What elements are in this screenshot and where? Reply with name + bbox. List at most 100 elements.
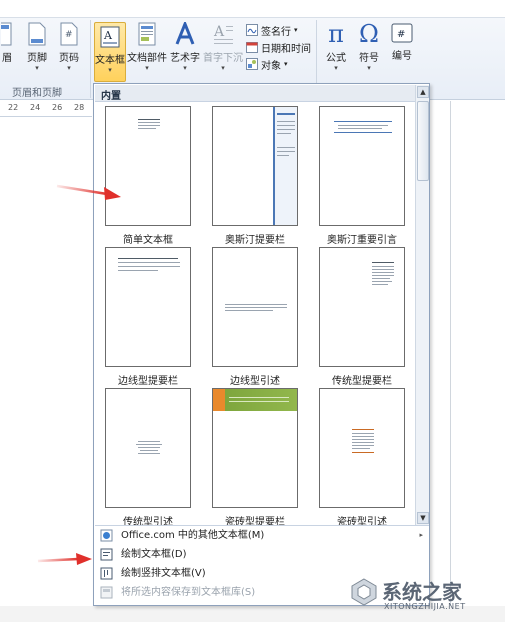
draw-text-box-label: 绘制文本框(D) [121, 549, 187, 560]
tile-traditional-quote[interactable]: 传统型引述 [100, 388, 196, 528]
tile-caption: 边线型提要栏 [118, 376, 178, 387]
text-box-gallery: 内置 ▲ ▼ 简单文本框 奥斯汀提要栏 奥斯汀重要引言 边线型提要栏 边线型引述… [93, 83, 430, 606]
equation-button[interactable]: π 公式 ▾ [320, 22, 352, 82]
tile-tile-quote[interactable]: 瓷砖型引述 [314, 388, 410, 528]
date-time-label: 日期和时间 [261, 43, 311, 55]
draw-text-box-menu-item[interactable]: 绘制文本框(D) [95, 545, 429, 564]
draw-vertical-text-box-icon [100, 567, 113, 580]
object-dropdown-icon: ▾ [284, 60, 288, 68]
page-number-button[interactable]: # 页码 ▾ [54, 22, 84, 82]
footer-button[interactable]: 页脚 ▾ [22, 22, 52, 82]
tile-caption: 传统型提要栏 [332, 376, 392, 387]
text-box-dropdown-icon: ▾ [108, 66, 112, 74]
equation-button-label: 公式 [326, 53, 346, 64]
wordart-button[interactable]: 艺术字 ▾ [168, 22, 202, 82]
tile-caption: 奥斯汀重要引言 [327, 235, 397, 246]
quick-parts-icon [138, 22, 156, 46]
ruler-tick: 24 [30, 103, 41, 112]
dropcap-icon: A [213, 24, 233, 44]
office-online-icon [100, 529, 113, 542]
pi-icon: π [328, 20, 344, 48]
tile-caption: 奥斯汀提要栏 [225, 235, 285, 246]
watermark-url: XITONGZHIJIA.NET [384, 602, 466, 611]
tile-preview [105, 106, 191, 226]
object-icon [246, 58, 258, 70]
object-label: 对象 [261, 60, 281, 72]
quick-parts-button[interactable]: 文档部件 ▾ [127, 22, 167, 82]
tile-preview [105, 388, 191, 508]
numbering-button-label: 编号 [392, 51, 412, 62]
signature-line-button[interactable]: 签名行 ▾ [246, 22, 298, 38]
draw-vertical-text-box-label: 绘制竖排文本框(V) [121, 568, 206, 579]
scroll-up-icon[interactable]: ▲ [417, 86, 429, 98]
wordart-icon [175, 22, 195, 45]
symbol-button-label: 符号 [359, 53, 379, 64]
tile-preview [319, 388, 405, 508]
signature-line-label: 签名行 [261, 26, 291, 38]
signature-line-icon [246, 24, 258, 36]
ruler-tick: 28 [74, 103, 85, 112]
tile-border-quote[interactable]: 边线型引述 [207, 247, 303, 387]
signature-line-dropdown-icon: ▾ [294, 26, 298, 34]
dropcap-button[interactable]: A 首字下沉 ▾ [203, 22, 243, 82]
draw-text-box-icon [100, 548, 113, 561]
equation-dropdown-icon: ▾ [334, 64, 338, 72]
tile-austin-quote[interactable]: 奥斯汀重要引言 [314, 106, 410, 246]
scroll-down-icon[interactable]: ▼ [417, 512, 429, 524]
scrollbar-thumb[interactable] [417, 101, 429, 181]
footer-button-label: 页脚 [27, 53, 47, 64]
calendar-icon [246, 42, 258, 53]
tile-tile-sidebar[interactable]: 瓷砖型提要栏 [207, 388, 303, 528]
tile-border-sidebar[interactable]: 边线型提要栏 [100, 247, 196, 387]
watermark-brand: 系统之家 [382, 580, 462, 604]
tile-austin-sidebar[interactable]: 奥斯汀提要栏 [207, 106, 303, 246]
numbering-button[interactable]: # 编号 [386, 22, 418, 82]
object-button[interactable]: 对象 ▾ [246, 56, 288, 72]
page-number-button-label: 页码 [59, 53, 79, 64]
dropcap-dropdown-icon: ▾ [221, 64, 225, 72]
page-edge-line [450, 101, 451, 622]
header-footer-group-label: 页眉和页脚 [12, 88, 62, 99]
tile-preview [212, 388, 298, 508]
watermark: 系统之家 XITONGZHIJIA.NET [350, 572, 500, 618]
tile-simple-text-box[interactable]: 简单文本框 [100, 106, 196, 246]
gallery-section-header: 内置 [95, 85, 415, 102]
horizontal-ruler[interactable]: 22 24 26 28 [0, 101, 92, 117]
header-icon [1, 22, 12, 46]
tile-caption: 边线型引述 [230, 376, 280, 387]
header-button-label: 眉 [2, 53, 12, 64]
gallery-scrollbar[interactable]: ▲ ▼ [415, 85, 429, 525]
quick-parts-dropdown-icon: ▾ [145, 64, 149, 72]
svg-text:A: A [103, 29, 113, 42]
text-box-icon: A [100, 26, 120, 48]
save-to-gallery-icon [100, 586, 113, 599]
ruler-tick: 22 [8, 103, 19, 112]
page-number-dropdown-icon: ▾ [67, 64, 71, 72]
numbering-hash-icon: # [397, 29, 405, 40]
document-page-right[interactable] [430, 101, 505, 622]
header-button[interactable]: 眉 [0, 22, 14, 82]
text-box-button[interactable]: A 文本框 ▾ [94, 22, 126, 82]
page-number-hash-icon: # [65, 30, 73, 40]
symbol-button[interactable]: Ω 符号 ▾ [353, 22, 385, 82]
annotation-arrow-tile [56, 184, 121, 200]
omega-icon: Ω [359, 20, 379, 48]
wordart-dropdown-icon: ▾ [183, 64, 187, 72]
symbol-dropdown-icon: ▾ [367, 64, 371, 72]
ruler-tick: 26 [52, 103, 63, 112]
more-text-boxes-label: Office.com 中的其他文本框(M) [121, 530, 265, 541]
ribbon-tab-strip [0, 0, 505, 18]
tile-preview [105, 247, 191, 367]
tile-preview [212, 247, 298, 367]
more-text-boxes-menu-item[interactable]: Office.com 中的其他文本框(M) ▸ [95, 526, 429, 545]
footer-dropdown-icon: ▾ [35, 64, 39, 72]
tile-traditional-sidebar[interactable]: 传统型提要栏 [314, 247, 410, 387]
submenu-arrow-icon: ▸ [419, 531, 423, 539]
annotation-arrow-draw [37, 553, 92, 565]
dropcap-button-label: 首字下沉 [203, 53, 243, 64]
date-time-button[interactable]: 日期和时间 [246, 39, 311, 55]
save-to-gallery-label: 将所选内容保存到文本框库(S) [121, 587, 256, 598]
page-number-icon: # [60, 22, 78, 46]
svg-text:A: A [213, 24, 225, 40]
tile-preview [319, 106, 405, 226]
